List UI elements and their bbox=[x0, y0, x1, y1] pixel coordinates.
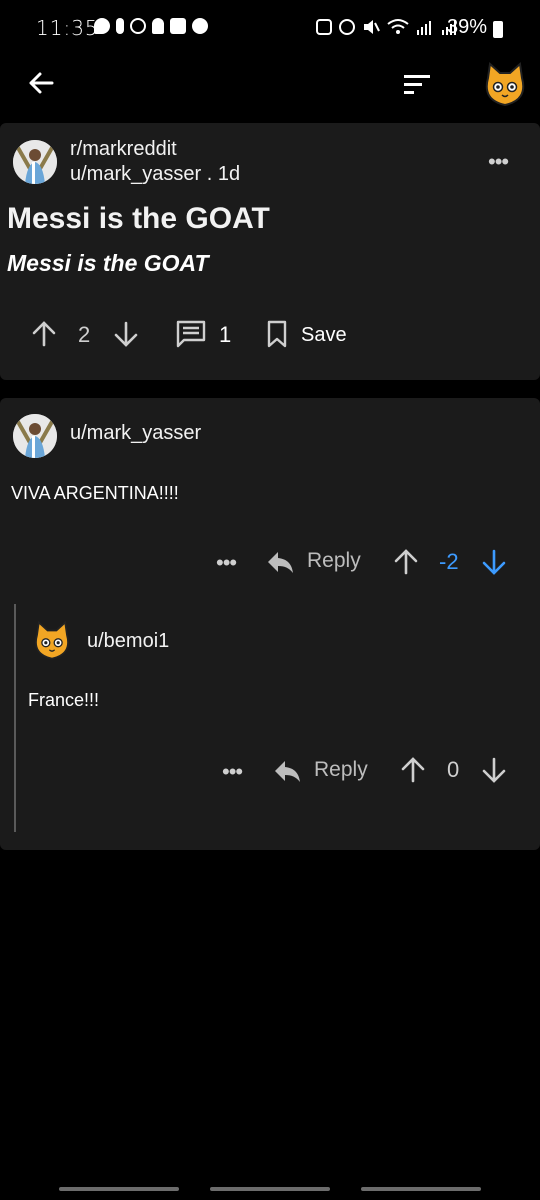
reply-more-icon[interactable]: ••• bbox=[222, 759, 243, 785]
reply-author[interactable]: u/bemoi1 bbox=[87, 630, 169, 653]
reply-button[interactable]: Reply bbox=[307, 549, 361, 573]
wifi-icon bbox=[387, 19, 409, 34]
cat-avatar-icon[interactable] bbox=[480, 60, 530, 110]
sort-icon[interactable] bbox=[402, 73, 432, 97]
nav-back-button[interactable] bbox=[361, 1187, 481, 1191]
nav-home-button[interactable] bbox=[210, 1187, 330, 1191]
status-time: 11:35 bbox=[36, 16, 99, 40]
reply-button[interactable]: Reply bbox=[314, 758, 368, 782]
post-body: Messi is the GOAT bbox=[7, 250, 209, 276]
downvote-icon[interactable] bbox=[481, 756, 507, 784]
battery-percent: 39% bbox=[447, 16, 488, 38]
comment-score: -2 bbox=[439, 549, 459, 574]
mic-icon bbox=[116, 18, 124, 34]
gallery-icon bbox=[170, 18, 186, 34]
vpn-icon bbox=[316, 19, 332, 35]
signal-icon bbox=[417, 21, 431, 35]
subreddit-name[interactable]: r/markreddit bbox=[70, 138, 177, 161]
downvote-icon-active[interactable] bbox=[481, 548, 507, 576]
reply-icon[interactable] bbox=[273, 759, 301, 783]
messi-avatar-icon bbox=[13, 414, 57, 458]
back-arrow-icon[interactable] bbox=[26, 68, 56, 98]
reply-icon[interactable] bbox=[266, 550, 294, 574]
post-title: Messi is the GOAT bbox=[7, 202, 270, 235]
downvote-icon[interactable] bbox=[113, 320, 139, 348]
messi-avatar-icon bbox=[13, 140, 57, 184]
comment-author-avatar[interactable] bbox=[13, 414, 57, 458]
bookmark-icon[interactable] bbox=[266, 320, 288, 348]
save-button[interactable]: Save bbox=[301, 324, 347, 347]
battery-icon bbox=[493, 21, 503, 38]
comment-author[interactable]: u/mark_yasser bbox=[70, 422, 201, 445]
post-more-icon[interactable]: ••• bbox=[488, 149, 509, 175]
post-author-avatar[interactable] bbox=[13, 140, 57, 184]
person-icon bbox=[152, 18, 164, 34]
upvote-icon[interactable] bbox=[31, 320, 57, 348]
upvote-icon[interactable] bbox=[400, 756, 426, 784]
post-score: 2 bbox=[78, 322, 91, 347]
comment-text: VIVA ARGENTINA!!!! bbox=[11, 483, 179, 503]
upvote-icon[interactable] bbox=[393, 548, 419, 576]
recycle-icon bbox=[130, 18, 146, 34]
message-icon bbox=[94, 18, 110, 34]
comment-icon[interactable] bbox=[176, 320, 206, 348]
post-comment-count[interactable]: 1 bbox=[219, 322, 231, 348]
nav-recents-button[interactable] bbox=[59, 1187, 179, 1191]
comment-more-icon[interactable]: ••• bbox=[216, 550, 237, 576]
reply-score: 0 bbox=[447, 757, 460, 782]
mute-icon bbox=[364, 20, 380, 34]
reply-text: France!!! bbox=[28, 690, 100, 710]
alarm-icon bbox=[339, 19, 355, 35]
cat-avatar-icon[interactable] bbox=[30, 618, 74, 664]
phone-icon bbox=[192, 18, 208, 34]
system-icons bbox=[316, 18, 459, 36]
thread-line bbox=[14, 604, 16, 832]
post-byline[interactable]: u/mark_yasser . 1d bbox=[70, 163, 240, 186]
notification-icons bbox=[94, 18, 208, 34]
